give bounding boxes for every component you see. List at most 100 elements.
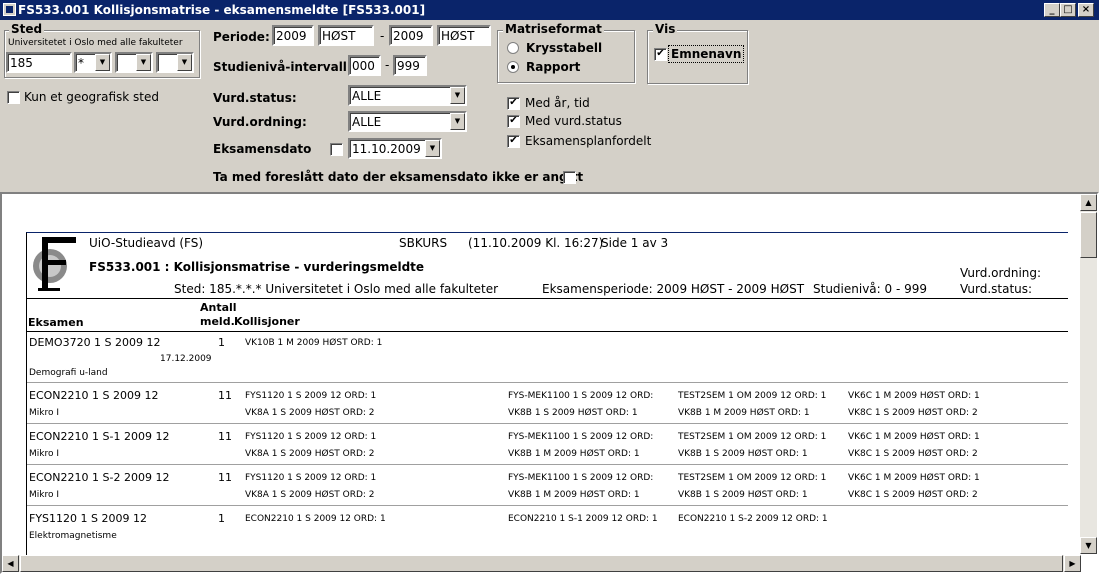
studieniva-label: Studienivå-intervall:: [213, 60, 352, 74]
report-header-rule: [27, 298, 1068, 299]
scroll-left-icon[interactable]: ◀: [2, 555, 19, 572]
chevron-down-icon[interactable]: ▼: [177, 54, 192, 71]
row-exam: ECON2210 1 S-2 2009 12: [29, 471, 170, 484]
scroll-right-icon[interactable]: ▶: [1064, 555, 1081, 572]
vertical-scroll-thumb[interactable]: [1080, 212, 1097, 258]
report-page-number: Side 1 av 3: [601, 236, 669, 250]
row-count: 11: [218, 471, 232, 484]
window-titlebar: FS533.001 Kollisjonsmatrise - eksamensme…: [0, 0, 1099, 20]
periode-from-term-input[interactable]: HØST: [318, 25, 374, 46]
chevron-down-icon[interactable]: ▼: [425, 140, 440, 157]
window-title: FS533.001 Kollisjonsmatrise - eksamensme…: [18, 3, 426, 17]
chevron-down-icon[interactable]: ▼: [450, 87, 465, 104]
report-org: UiO-Studieavd (FS): [89, 236, 204, 250]
row-collision: VK10B 1 M 2009 HØST ORD: 1: [245, 338, 383, 348]
row-collision: VK8A 1 S 2009 HØST ORD: 2: [245, 490, 375, 500]
row-collision: FYS-MEK1100 1 S 2009 12 ORD:: [508, 432, 654, 442]
sted-sub3-select[interactable]: ▼: [156, 52, 194, 73]
report-title: FS533.001 : Kollisjonsmatrise - vurderin…: [89, 260, 425, 274]
row-name: Mikro I: [29, 408, 60, 418]
sted-group-label: Sted: [9, 22, 45, 36]
geo-checkbox[interactable]: [7, 91, 20, 104]
eksamensdato-checkbox[interactable]: [330, 143, 343, 156]
med-ar-tid-checkbox[interactable]: ✔: [507, 97, 520, 110]
eksamensplanfordelt-checkbox[interactable]: ✔: [507, 135, 520, 148]
horizontal-scroll-thumb[interactable]: [20, 555, 1063, 572]
report-viewer[interactable]: UiO-Studieavd (FS) SBKURS (11.10.2009 Kl…: [0, 192, 1099, 574]
col-meld: meld.: [200, 315, 235, 328]
periode-from-year-input[interactable]: 2009: [272, 25, 314, 46]
row-collision: TEST2SEM 1 OM 2009 12 ORD: 1: [678, 432, 827, 442]
scroll-up-icon[interactable]: ▲: [1080, 194, 1097, 211]
eksamensdato-value: 11.10.2009: [352, 142, 421, 156]
col-kollisjoner: Kollisjoner: [234, 315, 300, 328]
row-collision: FYS1120 1 S 2009 12 ORD: 1: [245, 473, 377, 483]
row-name: Mikro I: [29, 490, 60, 500]
radio-krysstabell[interactable]: [507, 42, 519, 54]
row-divider: [27, 464, 1068, 465]
row-collision: FYS1120 1 S 2009 12 ORD: 1: [245, 391, 377, 401]
eksamensdato-select[interactable]: 11.10.2009 ▼: [348, 138, 442, 159]
row-collision: TEST2SEM 1 OM 2009 12 ORD: 1: [678, 473, 827, 483]
sted-sub1-select[interactable]: * ▼: [74, 52, 112, 73]
med-vurd-status-label: Med vurd.status: [525, 114, 622, 128]
row-exam: DEMO3720 1 S 2009 12: [29, 336, 161, 349]
vertical-scrollbar[interactable]: ▲ ▼: [1080, 194, 1097, 554]
emnenavn-checkbox[interactable]: ✔: [654, 48, 667, 61]
report-vurd-status: Vurd.status:: [960, 282, 1033, 296]
chevron-down-icon[interactable]: ▼: [95, 54, 110, 71]
row-collision: VK8C 1 S 2009 HØST ORD: 2: [848, 490, 978, 500]
sted-subtitle: Universitetet i Oslo med alle fakulteter: [8, 38, 183, 48]
close-button[interactable]: ×: [1078, 3, 1094, 17]
report-periode-line: Eksamensperiode: 2009 HØST - 2009 HØST: [542, 282, 805, 296]
report-job: SBKURS: [399, 236, 448, 250]
row-collision: VK6C 1 M 2009 HØST ORD: 1: [848, 473, 980, 483]
periode-to-year-input[interactable]: 2009: [389, 25, 433, 46]
row-count: 11: [218, 389, 232, 402]
periode-to-term-input[interactable]: HØST: [437, 25, 491, 46]
row-collision: VK8A 1 S 2009 HØST ORD: 2: [245, 408, 375, 418]
vurd-ordning-select[interactable]: ALLE ▼: [348, 111, 467, 132]
row-collision: VK8B 1 S 2009 HØST ORD: 1: [508, 408, 638, 418]
col-antall: Antall: [200, 301, 237, 314]
row-collision: VK6C 1 M 2009 HØST ORD: 1: [848, 391, 980, 401]
row-collision: VK8B 1 S 2009 HØST ORD: 1: [678, 449, 808, 459]
vurd-status-label: Vurd.status:: [213, 91, 297, 105]
report-timestamp: (11.10.2009 Kl. 16:27): [468, 236, 604, 250]
sted-sub2-select[interactable]: ▼: [115, 52, 153, 73]
emnenavn-label: Emnenavn: [668, 45, 745, 63]
minimize-button[interactable]: _: [1044, 3, 1060, 17]
studieniva-to-input[interactable]: 999: [393, 55, 427, 76]
row-collision: FYS1120 1 S 2009 12 ORD: 1: [245, 432, 377, 442]
periode-separator: -: [380, 29, 385, 43]
studieniva-separator: -: [385, 58, 390, 72]
row-exam: ECON2210 1 S-1 2009 12: [29, 430, 170, 443]
col-eksamen: Eksamen: [28, 316, 84, 329]
report-sted-line: Sted: 185.*.*.* Universitetet i Oslo med…: [174, 282, 499, 296]
studieniva-from-input[interactable]: 000: [348, 55, 381, 76]
eksamensdato-label: Eksamensdato: [213, 142, 312, 156]
sted-code-input[interactable]: 185: [6, 52, 72, 73]
scroll-down-icon[interactable]: ▼: [1080, 537, 1097, 554]
vurd-status-select[interactable]: ALLE ▼: [348, 85, 467, 106]
vis-group-label: Vis: [653, 22, 678, 36]
horizontal-scrollbar[interactable]: ◀ ▶: [2, 555, 1081, 572]
chevron-down-icon[interactable]: ▼: [136, 54, 151, 71]
sted-sub1-value: *: [78, 56, 84, 70]
radio-rapport[interactable]: [507, 61, 519, 73]
row-collision: TEST2SEM 1 OM 2009 12 ORD: 1: [678, 391, 827, 401]
row-collision: ECON2210 1 S-2 2009 12 ORD: 1: [678, 514, 828, 524]
row-collision: VK8C 1 S 2009 HØST ORD: 2: [848, 449, 978, 459]
row-name: Mikro I: [29, 449, 60, 459]
row-divider: [27, 382, 1068, 383]
row-collision: VK8C 1 S 2009 HØST ORD: 2: [848, 408, 978, 418]
chevron-down-icon[interactable]: ▼: [450, 113, 465, 130]
med-ar-tid-label: Med år, tid: [525, 96, 590, 110]
row-collision: VK8B 1 M 2009 HØST ORD: 1: [508, 490, 640, 500]
foreslatt-checkbox[interactable]: [563, 171, 576, 184]
med-vurd-status-checkbox[interactable]: ✔: [507, 115, 520, 128]
row-collision: FYS-MEK1100 1 S 2009 12 ORD:: [508, 391, 654, 401]
vurd-ordning-value: ALLE: [352, 115, 382, 129]
maximize-button[interactable]: □: [1060, 3, 1076, 17]
row-collision: VK8B 1 S 2009 HØST ORD: 1: [678, 490, 808, 500]
